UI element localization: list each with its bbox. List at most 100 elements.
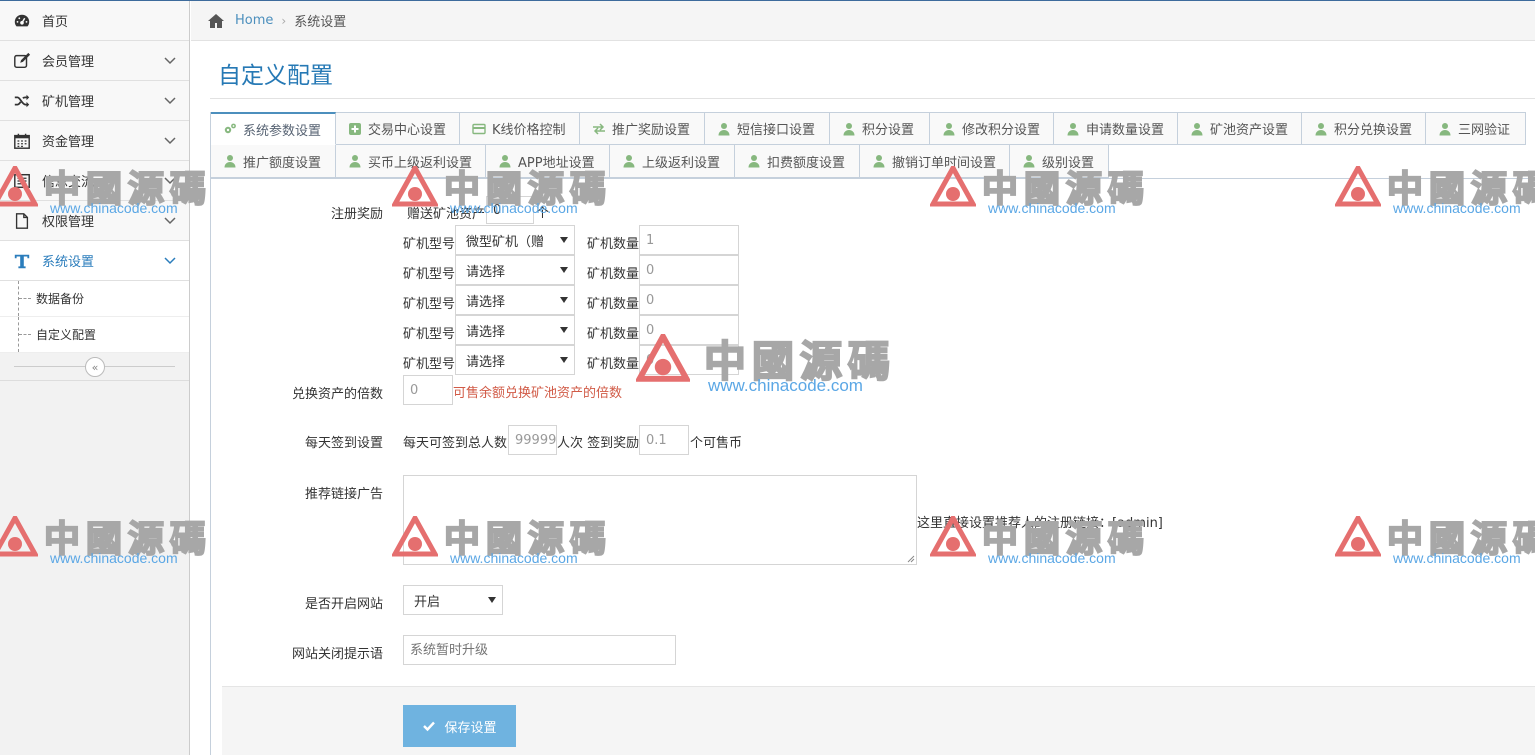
- tab-label: 矿池资产设置: [1210, 123, 1289, 138]
- tab-three-network-verify[interactable]: 三网验证: [1426, 112, 1526, 145]
- sidebar-item-label: 信息交流: [42, 175, 95, 190]
- sidebar-collapse-button[interactable]: «: [85, 357, 105, 377]
- tab-label: 积分设置: [862, 123, 915, 138]
- miner-type-select[interactable]: 请选择: [455, 255, 575, 285]
- register-reward-label: 注册奖励: [330, 207, 383, 222]
- resize-grip-icon[interactable]: [907, 555, 915, 563]
- home-icon: [208, 13, 224, 28]
- sidebar-subitem-data-backup[interactable]: 数据备份: [0, 281, 189, 317]
- user-icon: [1314, 122, 1328, 136]
- miner-qty-input[interactable]: 0: [639, 255, 739, 285]
- tab-label: 修改积分设置: [962, 123, 1041, 138]
- sidebar-item-members[interactable]: 会员管理: [0, 41, 189, 81]
- divider: [210, 98, 1535, 99]
- miner-type-select[interactable]: 请选择: [455, 345, 575, 375]
- tab-level-settings[interactable]: 级别设置: [1010, 145, 1109, 178]
- tab-points-exchange[interactable]: 积分兑换设置: [1302, 112, 1426, 145]
- tab-system-params[interactable]: 系统参数设置: [210, 112, 336, 145]
- site-open-select[interactable]: 开启: [403, 585, 503, 615]
- check-icon: [423, 721, 436, 732]
- user-icon: [622, 154, 636, 168]
- miner-qty-input[interactable]: 0: [639, 315, 739, 345]
- daily-checkin-reward-input[interactable]: 0.1: [639, 425, 689, 455]
- breadcrumb-home-link[interactable]: Home: [235, 13, 273, 28]
- sidebar-item-funds[interactable]: 资金管理: [0, 121, 189, 161]
- tab-label: 撤销订单时间设置: [892, 155, 997, 171]
- gift-assets-input[interactable]: 0: [486, 196, 534, 224]
- miner-type-select[interactable]: 微型矿机（赠: [455, 225, 575, 255]
- tab-pool-assets[interactable]: 矿池资产设置: [1178, 112, 1302, 145]
- miner-qty-label: 矿机数量: [587, 357, 640, 372]
- close-notice-input[interactable]: [403, 635, 676, 665]
- tab-modify-points[interactable]: 修改积分设置: [930, 112, 1054, 145]
- user-icon: [747, 154, 761, 168]
- miner-type-select[interactable]: 请选择: [455, 285, 575, 315]
- miner-qty-input[interactable]: 1: [639, 225, 739, 255]
- text-icon: [12, 252, 32, 270]
- calendar-icon: [12, 132, 32, 150]
- user-icon: [942, 122, 956, 136]
- tab-points[interactable]: 积分设置: [830, 112, 930, 145]
- dashboard-icon: [12, 12, 32, 30]
- tab-label: 申请数量设置: [1086, 123, 1165, 138]
- watermark-url: www.chinacode.com: [988, 550, 1116, 566]
- caret-down-icon: [488, 597, 496, 603]
- tab-apply-quantity[interactable]: 申请数量设置: [1054, 112, 1178, 145]
- save-settings-button[interactable]: 保存设置: [403, 705, 516, 747]
- watermark: 中國源碼 www.chinacode.com: [1335, 510, 1535, 572]
- breadcrumb-separator: ›: [281, 13, 287, 28]
- sidebar-item-messages[interactable]: 信息交流: [0, 161, 189, 201]
- tab-fee-quota[interactable]: 扣费额度设置: [735, 145, 860, 178]
- site-open-label: 是否开启网站: [304, 597, 383, 612]
- sidebar: 首页 会员管理 矿机管理 资金管理 信息交流 权限管理 系统设置 数据备份 自定…: [0, 1, 190, 755]
- page-title: 自定义配置: [218, 63, 333, 89]
- daily-checkin-prefix: 每天可签到总人数: [403, 436, 508, 451]
- watermark-text: 中國源碼: [1386, 517, 1535, 561]
- chevron-down-icon: [164, 217, 176, 225]
- miner-qty-input[interactable]: 0: [639, 345, 739, 375]
- referral-ad-label: 推荐链接广告: [304, 487, 383, 502]
- sidebar-item-label: 会员管理: [42, 55, 95, 70]
- user-icon: [717, 122, 731, 136]
- sidebar-subitem-custom-config[interactable]: 自定义配置: [0, 317, 189, 353]
- sidebar-item-permissions[interactable]: 权限管理: [0, 201, 189, 241]
- credit-card-icon: [472, 122, 486, 136]
- sidebar-item-system-settings[interactable]: 系统设置: [0, 241, 189, 281]
- exchange-multiple-input[interactable]: 0: [403, 375, 453, 405]
- sidebar-item-label: 权限管理: [42, 215, 95, 230]
- tab-buy-rebate[interactable]: 买币上级返利设置: [336, 145, 486, 178]
- watermark-url: www.chinacode.com: [1393, 550, 1521, 566]
- tab-trading-center[interactable]: 交易中心设置: [336, 112, 460, 145]
- tab-label: 推广额度设置: [243, 155, 322, 171]
- tab-sms-api[interactable]: 短信接口设置: [705, 112, 830, 145]
- tab-label: 三网验证: [1458, 123, 1511, 138]
- daily-checkin-total-input[interactable]: 99999: [508, 425, 557, 455]
- miner-qty-label: 矿机数量: [587, 237, 640, 252]
- tab-kline-price[interactable]: K线价格控制: [460, 112, 580, 145]
- sidebar-item-home[interactable]: 首页: [0, 1, 189, 41]
- tab-app-address[interactable]: APP地址设置: [486, 145, 610, 178]
- watermark-url: www.chinacode.com: [1393, 200, 1521, 216]
- sidebar-item-label: 资金管理: [42, 135, 95, 150]
- tab-cancel-order-time[interactable]: 撤销订单时间设置: [860, 145, 1010, 178]
- exchange-multiple-label: 兑换资产的倍数: [291, 387, 383, 402]
- cogs-icon: [223, 122, 237, 136]
- sidebar-item-miners[interactable]: 矿机管理: [0, 81, 189, 121]
- tab-promo-reward[interactable]: 推广奖励设置: [580, 112, 705, 145]
- miner-qty-input[interactable]: 0: [639, 285, 739, 315]
- referral-ad-textarea[interactable]: [403, 475, 917, 565]
- sidebar-item-label: 首页: [42, 15, 69, 30]
- sidebar-subitem-label: 自定义配置: [36, 328, 97, 342]
- watermark-url: www.chinacode.com: [708, 376, 863, 395]
- miner-type-label: 矿机型号: [403, 357, 456, 372]
- tab-label: 上级返利设置: [642, 155, 721, 171]
- tab-upline-rebate[interactable]: 上级返利设置: [610, 145, 735, 178]
- user-icon: [1190, 122, 1204, 136]
- tab-promo-quota[interactable]: 推广额度设置: [210, 145, 336, 178]
- tab-row-2: 推广额度设置 买币上级返利设置 APP地址设置 上级返利设置 扣费额度设置 撤销…: [210, 145, 1526, 178]
- daily-checkin-label: 每天签到设置: [304, 436, 383, 451]
- miner-type-select[interactable]: 请选择: [455, 315, 575, 345]
- watermark-logo-icon: [1335, 516, 1381, 557]
- gift-assets-text: 赠送矿池资产: [407, 207, 486, 222]
- gift-assets-unit: 个: [536, 206, 550, 221]
